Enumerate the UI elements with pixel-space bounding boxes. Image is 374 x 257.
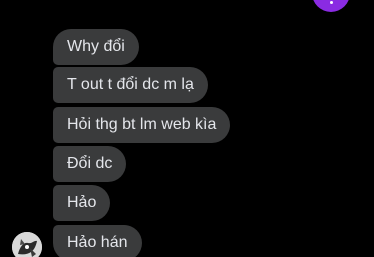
received-message-bubble[interactable]: Why đổi [53,29,139,65]
message-text: Hảo [67,194,97,211]
received-message-bubble[interactable]: Hảo hán [53,225,142,257]
avatar-image [12,232,42,257]
chat-thread: Why đổi T out t đổi dc m lạ Hỏi thg bt l… [0,0,374,257]
message-text: Why đổi [67,38,125,55]
message-text: T out t đổi dc m lạ [67,76,194,93]
ellipsis-icon [330,1,333,4]
message-text: Hỏi thg bt lm web kìa [67,116,217,133]
message-text: Hảo hán [67,234,128,251]
sent-message-bubble[interactable] [312,0,350,12]
received-message-bubble[interactable]: Hỏi thg bt lm web kìa [53,107,231,143]
avatar-icon[interactable] [12,232,42,257]
message-text: Đổi dc [67,155,113,172]
received-message-bubble[interactable]: T out t đổi dc m lạ [53,67,208,103]
received-message-bubble[interactable]: Đổi dc [53,146,127,182]
received-message-bubble[interactable]: Hảo [53,185,111,221]
